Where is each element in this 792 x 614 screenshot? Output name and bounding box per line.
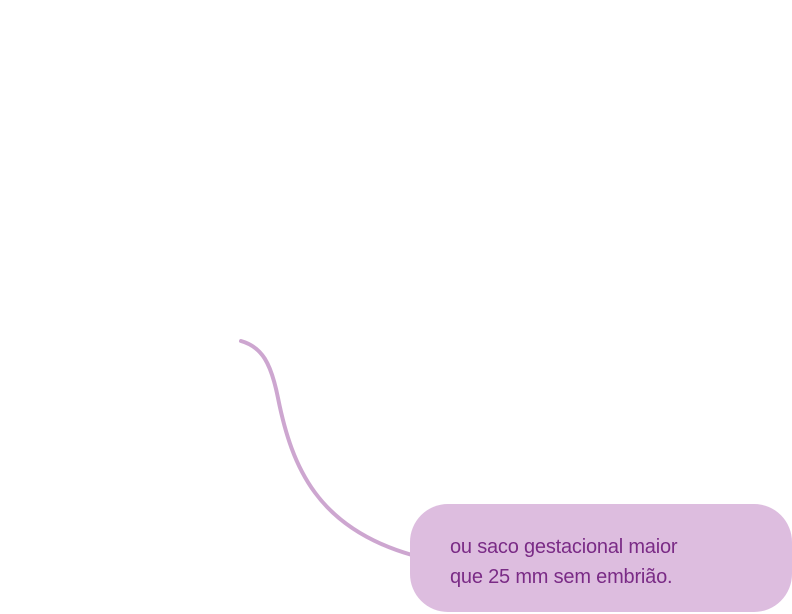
topic-node[interactable]: ou saco gestacional maior que 25 mm sem …: [410, 504, 792, 612]
topic-text-line-2: que 25 mm sem embrião.: [450, 566, 673, 588]
topic-text-line-1: ou saco gestacional maior: [450, 536, 678, 558]
mind-map-canvas: ou saco gestacional maior que 25 mm sem …: [0, 0, 792, 614]
connector-curve: [239, 339, 414, 557]
